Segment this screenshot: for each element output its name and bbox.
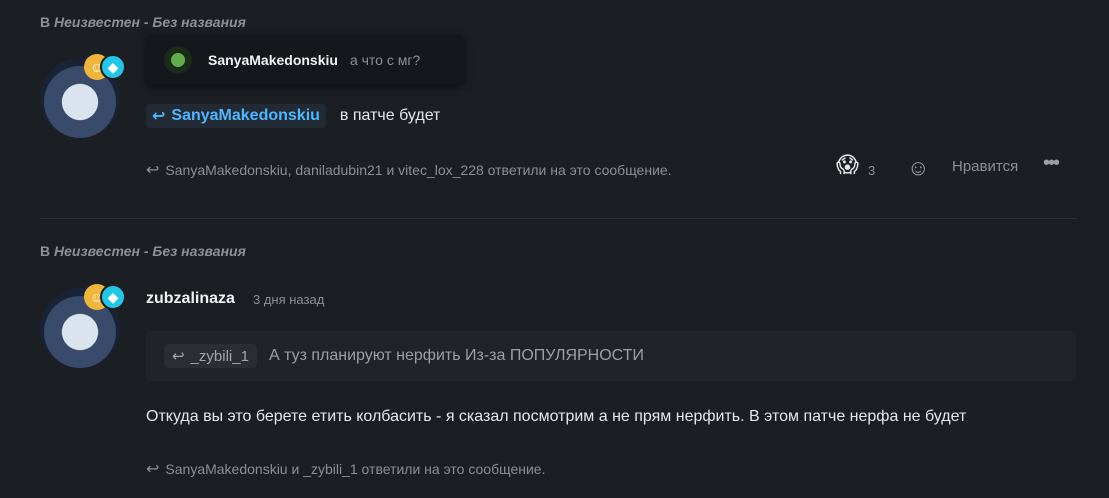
quote-popup[interactable]: SanyaMakedonskiu а что с мг?: [146, 35, 464, 85]
reply-icon: ↩: [146, 162, 160, 179]
post-time[interactable]: 3 дня назад: [253, 292, 324, 307]
post-context: В Неизвестен - Без названия: [40, 243, 246, 259]
context-prefix: В: [40, 243, 51, 259]
quote-text: а что с мг?: [349, 52, 421, 68]
divider: [40, 218, 1077, 219]
diamond-badge-icon: ◆: [100, 54, 126, 80]
context-game-link[interactable]: Неизвестен - Без названия: [54, 14, 246, 30]
replies-text: SanyaMakedonskiu, daniladubin21 и vitec_…: [165, 162, 672, 178]
reply-icon: ↩: [146, 461, 160, 478]
reaction-count: 3: [868, 163, 876, 178]
mention-name: SanyaMakedonskiu: [171, 107, 320, 124]
scream-reaction-icon[interactable]: 😱: [836, 152, 859, 178]
replies-summary[interactable]: ↩ SanyaMakedonskiu, daniladubin21 и vite…: [146, 160, 672, 180]
reply-mention[interactable]: ↩ SanyaMakedonskiu: [146, 104, 326, 128]
context-prefix: В: [40, 14, 51, 30]
quote-text: А туз планируют нерфить Из-за ПОПУЛЯРНОС…: [268, 347, 644, 364]
more-options-icon[interactable]: •••: [1043, 152, 1060, 175]
diamond-badge-icon: ◆: [100, 284, 126, 310]
quote-block[interactable]: ↩ _zybili_1 А туз планируют нерфить Из-з…: [146, 331, 1076, 381]
message-text: в патче будет: [339, 107, 441, 124]
author-avatar[interactable]: ☺ ◆: [40, 54, 136, 154]
author-avatar[interactable]: ☺ ◆: [40, 284, 136, 384]
quote-author-avatar: [164, 46, 192, 74]
quote-author-chip[interactable]: ↩ _zybili_1: [164, 344, 257, 368]
reply-icon: ↩: [152, 108, 166, 125]
like-button[interactable]: Нравится: [952, 158, 1018, 175]
reply-icon: ↩: [172, 348, 185, 365]
replies-text: SanyaMakedonskiu и _zybili_1 ответили на…: [165, 461, 546, 477]
author-name[interactable]: zubzalinaza: [146, 290, 235, 308]
quote-author-name[interactable]: SanyaMakedonskiu: [208, 52, 338, 68]
message-text: Откуда вы это берете етить колбасить - я…: [146, 408, 967, 425]
quote-author-name: _zybili_1: [190, 347, 249, 365]
post-context: В Неизвестен - Без названия: [40, 14, 246, 30]
replies-summary[interactable]: ↩ SanyaMakedonskiu и _zybili_1 ответили …: [146, 459, 545, 479]
add-reaction-icon[interactable]: ☺: [907, 155, 929, 181]
context-game-link[interactable]: Неизвестен - Без названия: [54, 243, 246, 259]
message-line: ↩ SanyaMakedonskiu в патче будет: [146, 104, 440, 128]
